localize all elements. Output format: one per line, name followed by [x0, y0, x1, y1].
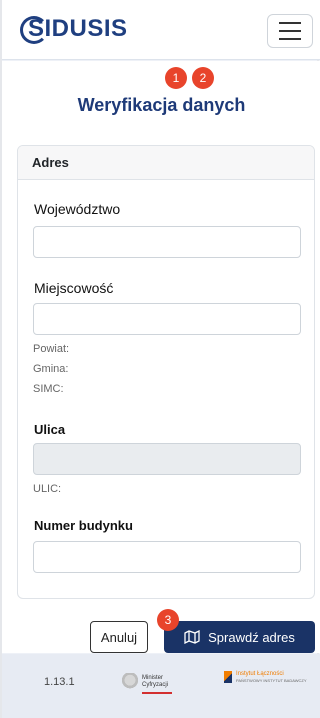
il-text-group: Instytut Łączności PAŃSTWOWY INSTYTUT BA… — [236, 671, 307, 683]
ulic-label: ULIC: — [33, 483, 62, 495]
check-address-button[interactable]: Sprawdź adres — [164, 621, 315, 653]
ministry-logo[interactable]: Minister Cyfryzacji — [122, 668, 182, 696]
app-frame: SIDUSIS 1 2 Weryfikacja danych Adres Woj… — [0, 0, 320, 718]
check-address-label: Sprawdź adres — [208, 629, 295, 645]
wojewodztwo-input[interactable] — [33, 226, 301, 258]
hamburger-menu-icon — [279, 22, 301, 24]
miejscowosc-input[interactable] — [33, 303, 301, 335]
main-content: 1 2 Weryfikacja danych Adres Województwo… — [2, 61, 320, 653]
map-icon — [184, 630, 200, 644]
wojewodztwo-label: Województwo — [34, 201, 121, 217]
gmina-label: Gmina: — [33, 363, 69, 375]
il-sub: PAŃSTWOWY INSTYTUT BADAWCZY — [236, 678, 307, 683]
menu-toggle-button[interactable] — [267, 14, 313, 48]
numer-budynku-label: Numer budynku — [34, 518, 133, 533]
ministry-line2: Cyfryzacji — [142, 682, 169, 688]
steps-indicator: 1 2 — [2, 67, 320, 91]
simc-label: SIMC: — [33, 383, 64, 395]
il-name: Instytut Łączności — [236, 671, 284, 677]
footer: 1.13.1 Minister Cyfryzacji Instytut Łącz… — [2, 654, 320, 718]
step-3-badge: 3 — [157, 609, 179, 631]
eagle-emblem-icon — [122, 673, 138, 691]
ministry-line1: Minister — [142, 675, 164, 681]
ulica-label: Ulica — [34, 422, 66, 437]
hamburger-menu-icon — [279, 38, 301, 40]
page-title: Weryfikacja danych — [77, 95, 246, 115]
sidusis-logo[interactable]: SIDUSIS — [20, 14, 127, 44]
ministry-text: Minister Cyfryzacji — [142, 675, 168, 689]
logo-text: SIDUSIS — [28, 15, 128, 42]
step-2-badge: 2 — [192, 67, 214, 89]
step-1-badge: 1 — [165, 67, 187, 89]
cancel-button[interactable]: Anuluj — [90, 621, 148, 653]
numer-budynku-input[interactable] — [33, 541, 301, 573]
top-navbar: SIDUSIS — [2, 0, 320, 60]
card-header: Adres — [18, 146, 314, 180]
powiat-label: Powiat: — [33, 343, 70, 355]
il-mark-icon — [224, 671, 232, 683]
app-version: 1.13.1 — [44, 676, 75, 688]
miejscowosc-label: Miejscowość — [34, 280, 114, 296]
instytut-lacznosci-logo[interactable]: Instytut Łączności PAŃSTWOWY INSTYTUT BA… — [224, 671, 307, 683]
ulica-input[interactable] — [33, 443, 301, 475]
hamburger-menu-icon — [279, 30, 301, 32]
address-card: Adres Województwo Miejscowość Powiat: Gm… — [17, 145, 315, 599]
ministry-accent-line — [142, 692, 172, 694]
